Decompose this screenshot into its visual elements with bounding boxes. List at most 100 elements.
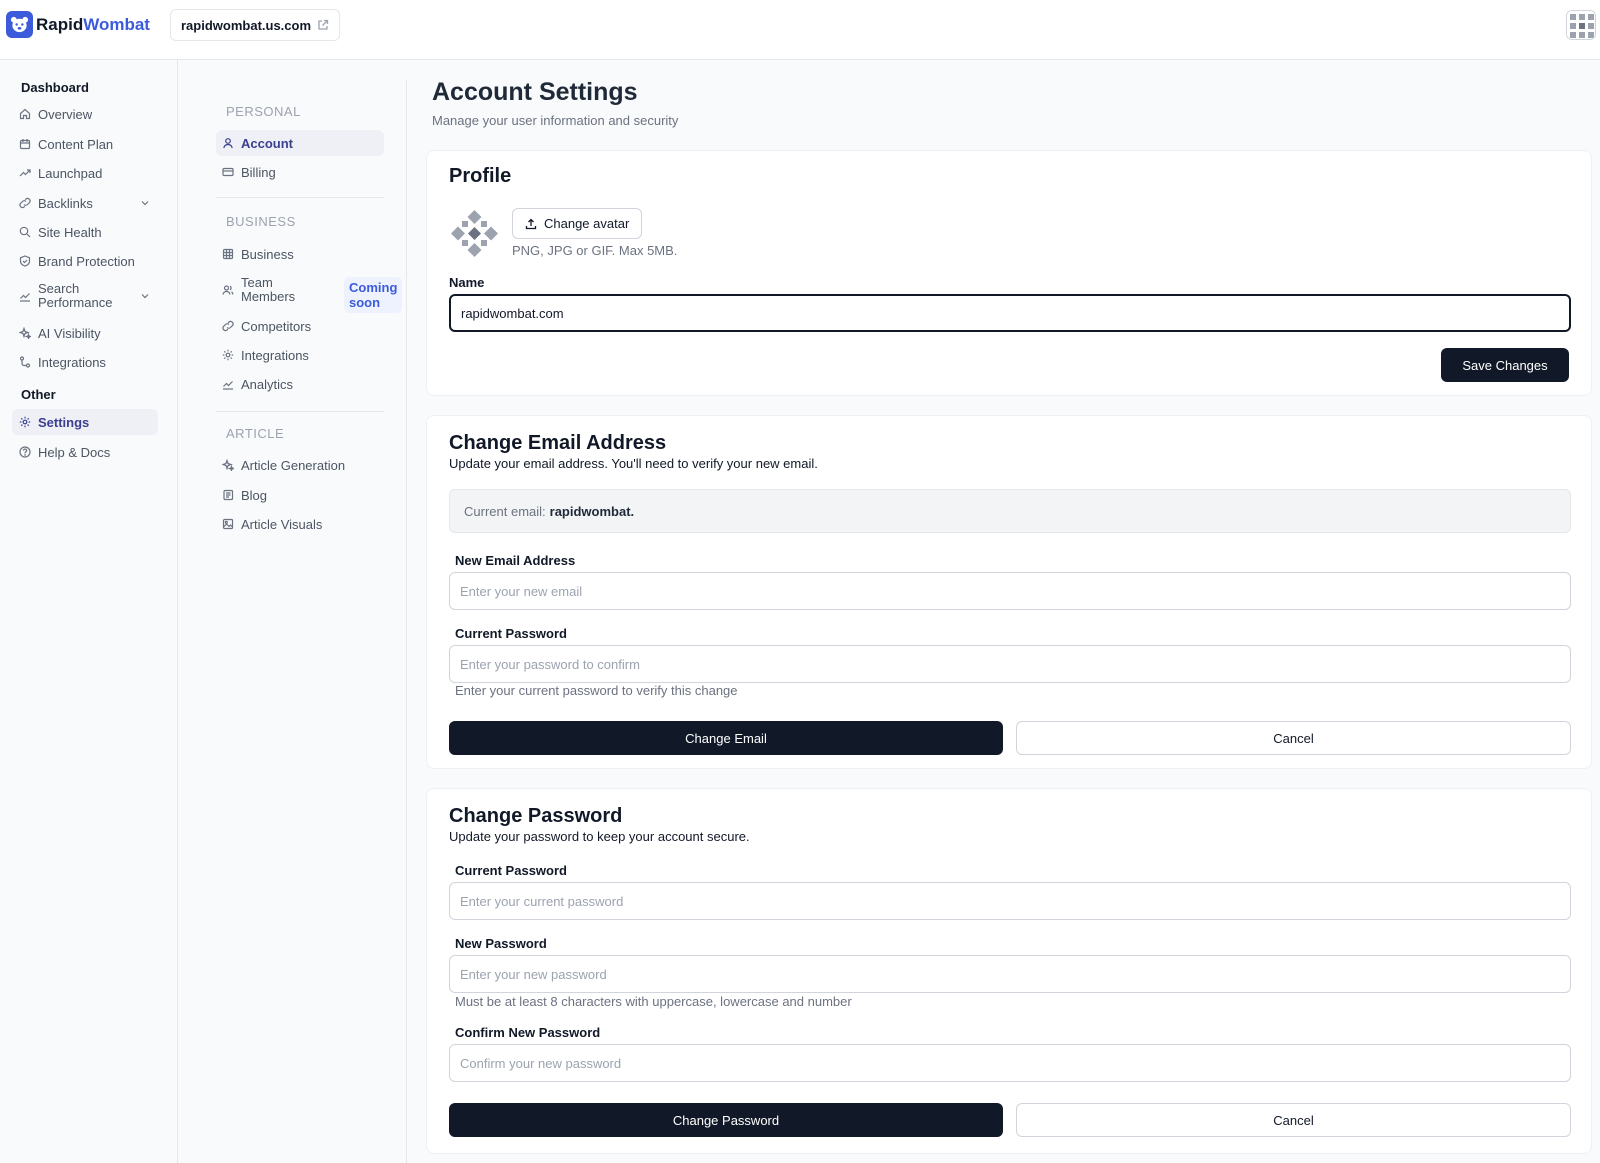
building-icon [222,248,234,260]
top-bar: RapidWombat rapidwombat.us.com [0,0,1600,60]
save-changes-button[interactable]: Save Changes [1441,348,1569,382]
home-icon [19,108,31,120]
brand-logo[interactable]: RapidWombat [6,11,150,38]
credit-card-icon [222,167,234,177]
subnav-item-integrations[interactable]: Integrations [216,342,384,368]
subnav-item-label: Analytics [241,376,294,392]
sidebar-item-help-docs[interactable]: Help & Docs [12,439,158,465]
upload-icon [525,218,537,229]
profile-card-title: Profile [449,165,512,187]
current-password-input[interactable] [449,882,1571,920]
current-password-label: Current Password [455,863,567,878]
help-circle-icon [19,446,31,458]
subnav-item-label: Billing [241,164,276,180]
sidebar-item-ai-visibility[interactable]: AI Visibility [12,320,158,346]
subnav-divider [216,197,384,198]
subnav-item-analytics[interactable]: Analytics [216,371,384,397]
subnav-item-billing[interactable]: Billing [216,159,384,185]
sidebar-item-integrations[interactable]: Integrations [12,349,158,375]
sparkles-icon [222,459,234,471]
subnav-item-team-members[interactable]: Team Members Coming soon [216,273,403,313]
image-icon [222,518,234,530]
current-email-value: rapidwombat. [549,503,635,519]
email-password-label: Current Password [455,626,567,641]
subnav-item-label-line1: Team [241,275,273,290]
main-sidebar: Dashboard Overview Content Plan Launchpa… [0,60,178,1163]
subnav-item-label: Competitors [241,318,312,334]
git-branch-icon [19,356,31,368]
profile-avatar [449,208,500,259]
sidebar-item-brand-protection[interactable]: Brand Protection [12,248,158,274]
sidebar-item-content-plan[interactable]: Content Plan [12,131,158,157]
change-password-button[interactable]: Change Password [449,1103,1003,1137]
sidebar-item-search-performance[interactable]: Search Performance [12,279,158,313]
cancel-password-button[interactable]: Cancel [1016,1103,1571,1137]
link-icon [222,320,234,332]
subnav-item-article-generation[interactable]: Article Generation [216,452,384,478]
subnav-divider [216,411,384,412]
change-avatar-button[interactable]: Change avatar [512,208,643,239]
brand-name: RapidWombat [36,15,150,35]
sidebar-item-label: Help & Docs [38,444,111,460]
change-email-button[interactable]: Change Email [449,721,1003,755]
sidebar-section-other: Other [21,387,56,402]
current-email-box: Current email: rapidwombat. [449,489,1571,533]
shield-icon [19,255,31,267]
new-password-hint: Must be at least 8 characters with upper… [455,994,852,1009]
chart-line-icon [223,381,233,390]
sidebar-item-backlinks[interactable]: Backlinks [12,190,158,216]
sidebar-item-settings[interactable]: Settings [12,409,158,435]
subnav-item-label-line2: Members [241,289,296,304]
chevron-down-icon[interactable] [140,291,150,301]
gear-icon [19,416,31,428]
change-password-card: Change Password Update your password to … [426,788,1592,1154]
user-icon [223,138,233,149]
site-domain-link[interactable]: rapidwombat.us.com [170,9,341,41]
sidebar-item-label: Integrations [38,354,106,370]
search-check-icon [19,226,31,238]
name-input[interactable] [449,294,1571,332]
subnav-heading-article: ARTICLE [226,426,285,441]
brand-name-part1: Rapid [36,14,84,34]
sidebar-item-label: Brand Protection [38,253,135,269]
subnav-item-blog[interactable]: Blog [216,482,384,508]
email-password-hint: Enter your current password to verify th… [455,683,738,698]
sidebar-section-dashboard: Dashboard [21,80,89,95]
sidebar-item-label: Launchpad [38,165,103,181]
link-icon [19,197,31,209]
subnav-item-account[interactable]: Account [216,130,384,156]
chevron-down-icon[interactable] [140,198,150,208]
sidebar-item-label: AI Visibility [38,325,101,341]
email-card-description: Update your email address. You'll need t… [449,456,818,471]
sidebar-item-launchpad[interactable]: Launchpad [12,160,158,186]
newspaper-icon [223,489,234,501]
cancel-email-button[interactable]: Cancel [1016,721,1571,755]
password-card-title: Change Password [449,805,623,827]
subnav-item-article-visuals[interactable]: Article Visuals [216,511,384,537]
settings-subnav: PERSONAL Account Billing BUSINESS Busine… [178,80,407,1163]
email-password-input[interactable] [449,645,1571,683]
calendar-icon [19,139,31,150]
subnav-item-business[interactable]: Business [216,241,384,267]
subnav-heading-personal: PERSONAL [226,104,301,119]
subnav-item-competitors[interactable]: Competitors [216,313,384,339]
sidebar-item-label: Search Performance [38,282,112,310]
subnav-item-label: Business [241,246,294,262]
profile-card: Profile Change avatar PNG, JPG or GIF. M… [426,150,1592,396]
sidebar-item-site-health[interactable]: Site Health [12,219,158,245]
password-card-description: Update your password to keep your accoun… [449,829,750,844]
email-card-title: Change Email Address [449,432,667,454]
new-password-input[interactable] [449,955,1571,993]
user-avatar[interactable] [1566,10,1596,40]
new-password-label: New Password [455,936,547,951]
confirm-password-input[interactable] [449,1044,1571,1082]
subnav-item-label: Article Generation [241,457,346,473]
subnav-item-label: Article Visuals [241,516,323,532]
sidebar-item-label-line1: Search [38,281,80,296]
sidebar-item-label-line2: Performance [38,295,113,310]
new-email-input[interactable] [449,572,1571,610]
users-icon [222,285,234,295]
gear-icon [222,349,234,361]
coming-soon-badge: Coming soon [344,277,403,313]
sidebar-item-overview[interactable]: Overview [12,101,158,127]
